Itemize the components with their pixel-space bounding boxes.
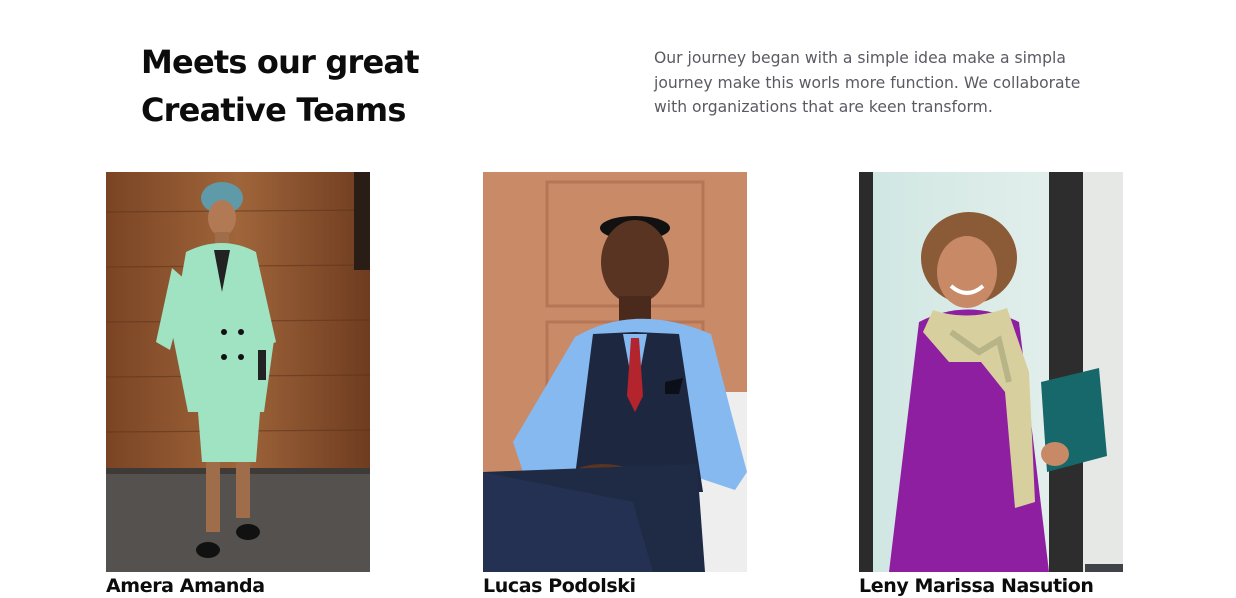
man-in-vest-photo: [483, 172, 747, 572]
team-member-photo[interactable]: [106, 172, 370, 572]
team-member-name: Lucas Podolski: [483, 575, 636, 597]
section-title: Meets our great Creative Teams: [141, 43, 420, 129]
team-member-name: Leny Marissa Nasution: [859, 575, 1094, 597]
team-member-photo[interactable]: [859, 172, 1123, 572]
team-card[interactable]: Amera Amanda: [106, 172, 370, 598]
team-card[interactable]: Lucas Podolski: [483, 172, 747, 598]
team-member-name: Amera Amanda: [106, 575, 265, 597]
woman-in-mint-suit-photo: [106, 172, 370, 572]
team-card[interactable]: Leny Marissa Nasution: [859, 172, 1123, 598]
team-member-photo[interactable]: [483, 172, 747, 572]
section-description: Our journey began with a simple idea mak…: [654, 49, 1081, 116]
woman-in-purple-dress-photo: [859, 172, 1123, 572]
